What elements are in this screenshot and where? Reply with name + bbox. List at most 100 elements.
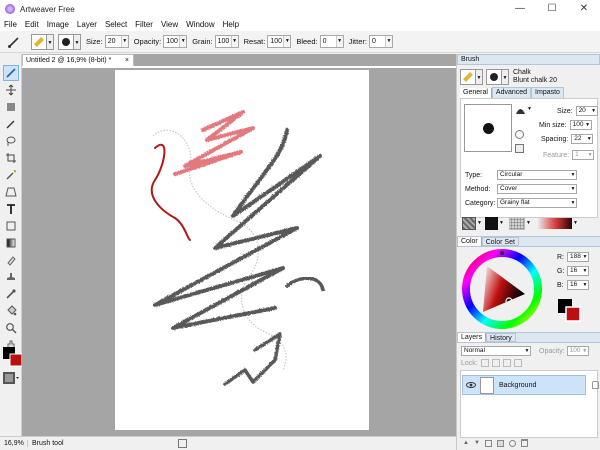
lasso-tool-button[interactable] xyxy=(3,133,19,149)
chevron-down-icon[interactable]: ▼ xyxy=(570,199,576,207)
chevron-down-icon[interactable]: ▼ xyxy=(582,347,588,355)
chevron-down-icon[interactable]: ▼ xyxy=(587,151,593,159)
eye-icon[interactable] xyxy=(466,381,476,389)
category-select[interactable]: Grainy flat ▼ xyxy=(497,198,577,208)
menu-window[interactable]: Window xyxy=(182,18,218,31)
chevron-down-icon[interactable]: ▼ xyxy=(120,36,128,47)
chevron-down-icon[interactable]: ▼ xyxy=(527,106,532,112)
pen-tool-button[interactable] xyxy=(3,116,19,132)
brush-variant-preset[interactable] xyxy=(58,33,74,50)
method-select[interactable]: Cover ▼ xyxy=(497,184,577,194)
eyedropper-tool-button[interactable] xyxy=(3,286,19,302)
pattern-swatch[interactable] xyxy=(485,216,498,230)
paper-texture-swatch[interactable] xyxy=(462,216,476,230)
menu-filter[interactable]: Filter xyxy=(131,18,157,31)
mask-icon[interactable] xyxy=(508,439,516,447)
opacity-field[interactable]: 100 ▼ xyxy=(163,35,188,48)
grain-swatch[interactable] xyxy=(509,216,525,230)
stamp-tool-button[interactable] xyxy=(3,269,19,285)
brush-category-preset[interactable] xyxy=(31,33,47,50)
chevron-down-icon[interactable]: ▼ xyxy=(586,135,592,143)
size-field[interactable]: 20 ▼ xyxy=(104,35,129,48)
chevron-down-icon[interactable]: ▼ xyxy=(230,36,238,47)
zoom-tool-button[interactable] xyxy=(3,320,19,336)
chevron-down-icon[interactable]: ▼ xyxy=(179,36,187,47)
drawing-canvas[interactable] xyxy=(115,70,369,430)
chevron-down-icon[interactable]: ▼ xyxy=(283,36,291,47)
chevron-down-icon[interactable]: ▼ xyxy=(582,267,588,275)
chevron-down-icon[interactable]: ▼ xyxy=(74,33,81,50)
primary-secondary-colors[interactable] xyxy=(557,298,583,324)
document-tab[interactable]: Untitled 2 @ 16,9% (8-bit) * × xyxy=(22,54,134,66)
chevron-down-icon[interactable]: ▼ xyxy=(582,281,588,289)
green-field[interactable]: 16 ▼ xyxy=(567,266,589,276)
chevron-down-icon[interactable]: ▼ xyxy=(498,217,505,230)
layer-opacity-field[interactable]: 100 ▼ xyxy=(566,346,589,356)
tab-color[interactable]: Color xyxy=(458,237,482,246)
chevron-down-icon[interactable]: ▼ xyxy=(524,347,530,355)
chevron-down-icon[interactable]: ▼ xyxy=(525,217,532,230)
brush-category-preset[interactable] xyxy=(460,69,476,85)
chevron-down-icon[interactable]: ▼ xyxy=(476,69,483,85)
clock-icon[interactable] xyxy=(515,130,524,139)
perspective-tool-button[interactable] xyxy=(3,184,19,200)
view-mode-icon[interactable] xyxy=(3,372,19,384)
magic-wand-tool-button[interactable] xyxy=(3,167,19,183)
menu-help[interactable]: Help xyxy=(219,18,243,31)
chevron-down-icon[interactable]: ▼ xyxy=(572,217,579,230)
new-layer-icon[interactable] xyxy=(484,439,492,447)
chevron-down-icon[interactable]: ▼ xyxy=(582,253,588,261)
type-select[interactable]: Circular ▼ xyxy=(497,170,577,180)
maximize-button[interactable]: ☐ xyxy=(536,0,568,18)
chevron-down-icon[interactable]: ▼ xyxy=(585,121,591,129)
gradient-tool-button[interactable] xyxy=(3,235,19,251)
duplicate-layer-icon[interactable] xyxy=(496,439,504,447)
brush-tool-button[interactable] xyxy=(3,65,19,81)
feature-field[interactable]: 1 ▼ xyxy=(572,150,595,160)
chevron-down-icon[interactable]: ▼ xyxy=(476,217,483,230)
move-down-icon[interactable]: ▼ xyxy=(474,440,480,446)
crop-tool-button[interactable] xyxy=(3,150,19,166)
menu-view[interactable]: View xyxy=(157,18,182,31)
gradient-swatch[interactable] xyxy=(538,217,572,229)
navigator-icon[interactable] xyxy=(178,439,187,448)
bleed-field[interactable]: 0 ▼ xyxy=(319,35,344,48)
spacing-toggle-icon[interactable] xyxy=(515,144,524,153)
grain-field[interactable]: 100 ▼ xyxy=(214,35,239,48)
menu-image[interactable]: Image xyxy=(43,18,73,31)
blue-field[interactable]: 16 ▼ xyxy=(567,280,589,290)
shape-tool-button[interactable] xyxy=(3,218,19,234)
tab-general[interactable]: General xyxy=(460,88,492,98)
lock-position-checkbox[interactable] xyxy=(502,359,511,367)
tab-layers[interactable]: Layers xyxy=(458,333,487,342)
blend-mode-select[interactable]: Normal ▼ xyxy=(461,346,531,356)
fill-tool-button[interactable] xyxy=(3,303,19,319)
color-swatches[interactable] xyxy=(3,347,23,367)
lock-all-checkbox[interactable] xyxy=(513,359,522,367)
trash-icon[interactable] xyxy=(520,439,528,447)
jitter-field[interactable]: 0 ▼ xyxy=(368,35,393,48)
brush-shape-icon[interactable] xyxy=(515,106,526,115)
close-button[interactable]: ✕ xyxy=(568,0,600,18)
tab-color-set[interactable]: Color Set xyxy=(481,237,519,246)
layer-row-background[interactable]: Background xyxy=(462,375,599,395)
move-up-icon[interactable]: ▲ xyxy=(463,440,469,446)
min-size-field[interactable]: 100 ▼ xyxy=(569,120,592,130)
chevron-down-icon[interactable]: ▼ xyxy=(47,33,54,50)
tab-history[interactable]: History xyxy=(486,333,516,342)
spacing-field[interactable]: 22 ▼ xyxy=(571,134,594,144)
menu-file[interactable]: File xyxy=(0,18,21,31)
chevron-down-icon[interactable]: ▼ xyxy=(591,107,597,115)
chevron-down-icon[interactable]: ▼ xyxy=(570,171,576,179)
menu-edit[interactable]: Edit xyxy=(21,18,43,31)
menu-select[interactable]: Select xyxy=(101,18,131,31)
eraser-tool-button[interactable] xyxy=(3,252,19,268)
move-tool-button[interactable] xyxy=(3,82,19,98)
brush-size-field[interactable]: 20 ▼ xyxy=(575,106,598,116)
brush-variant-preset[interactable] xyxy=(486,69,502,85)
chevron-down-icon[interactable]: ▼ xyxy=(384,36,392,47)
red-field[interactable]: 188 ▼ xyxy=(567,252,589,262)
text-tool-button[interactable] xyxy=(3,201,19,217)
minimize-button[interactable]: — xyxy=(504,0,536,18)
menu-layer[interactable]: Layer xyxy=(73,18,101,31)
